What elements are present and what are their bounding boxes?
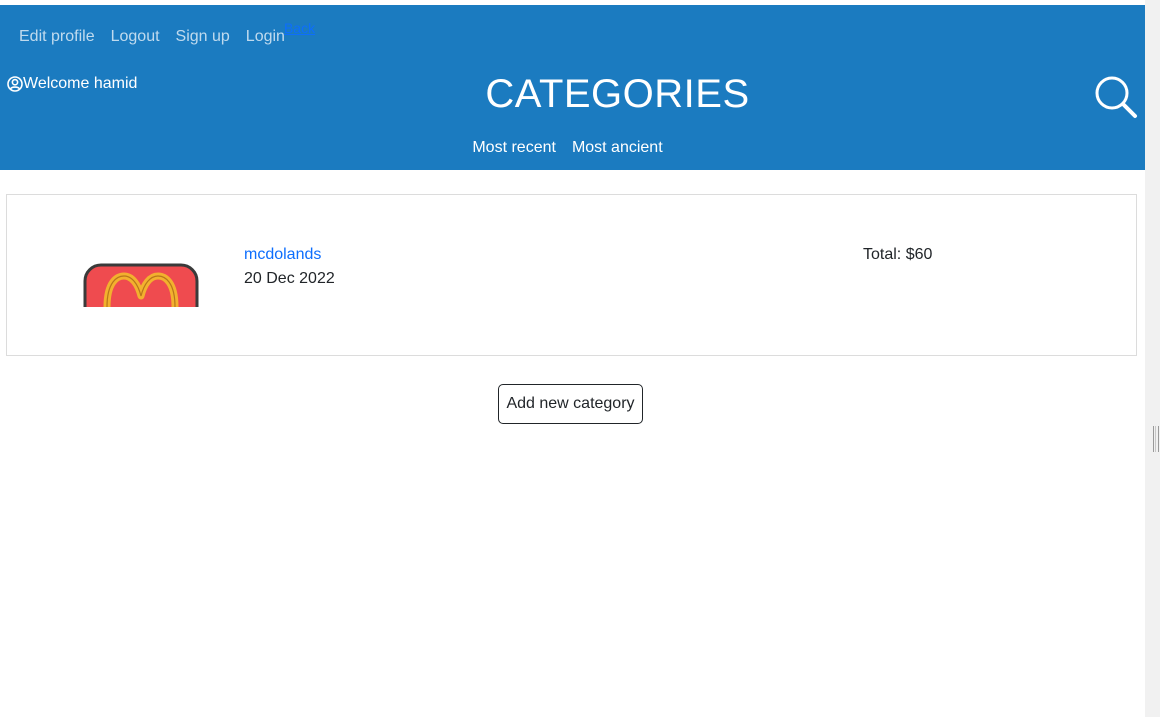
scrollbar[interactable] xyxy=(1145,0,1160,717)
mcdonalds-logo-icon xyxy=(83,263,199,307)
sort-most-recent[interactable]: Most recent xyxy=(472,139,556,157)
page-header: Edit profile Logout Sign up Login Back W… xyxy=(0,5,1145,170)
category-thumbnail[interactable] xyxy=(83,260,203,307)
back-link[interactable]: Back xyxy=(284,20,315,36)
sort-options: Most recent Most ancient xyxy=(0,139,1135,157)
page-title: CATEGORIES xyxy=(485,72,750,116)
scrollbar-grip[interactable] xyxy=(1153,426,1159,452)
category-name-link[interactable]: mcdolands xyxy=(244,246,321,264)
search-button[interactable] xyxy=(1094,75,1138,119)
search-icon xyxy=(1095,76,1137,118)
logout-link[interactable]: Logout xyxy=(111,28,160,46)
login-link[interactable]: Login xyxy=(246,28,285,46)
category-date: 20 Dec 2022 xyxy=(244,270,335,287)
edit-profile-link[interactable]: Edit profile xyxy=(19,28,95,46)
category-total: Total: $60 xyxy=(863,246,933,263)
sort-most-ancient[interactable]: Most ancient xyxy=(572,139,663,157)
top-navigation: Edit profile Logout Sign up Login Back xyxy=(19,20,315,46)
sign-up-link[interactable]: Sign up xyxy=(176,28,230,46)
add-new-category-button[interactable]: Add new category xyxy=(498,384,643,424)
category-card: mcdolands 20 Dec 2022 Total: $60 xyxy=(6,194,1137,356)
